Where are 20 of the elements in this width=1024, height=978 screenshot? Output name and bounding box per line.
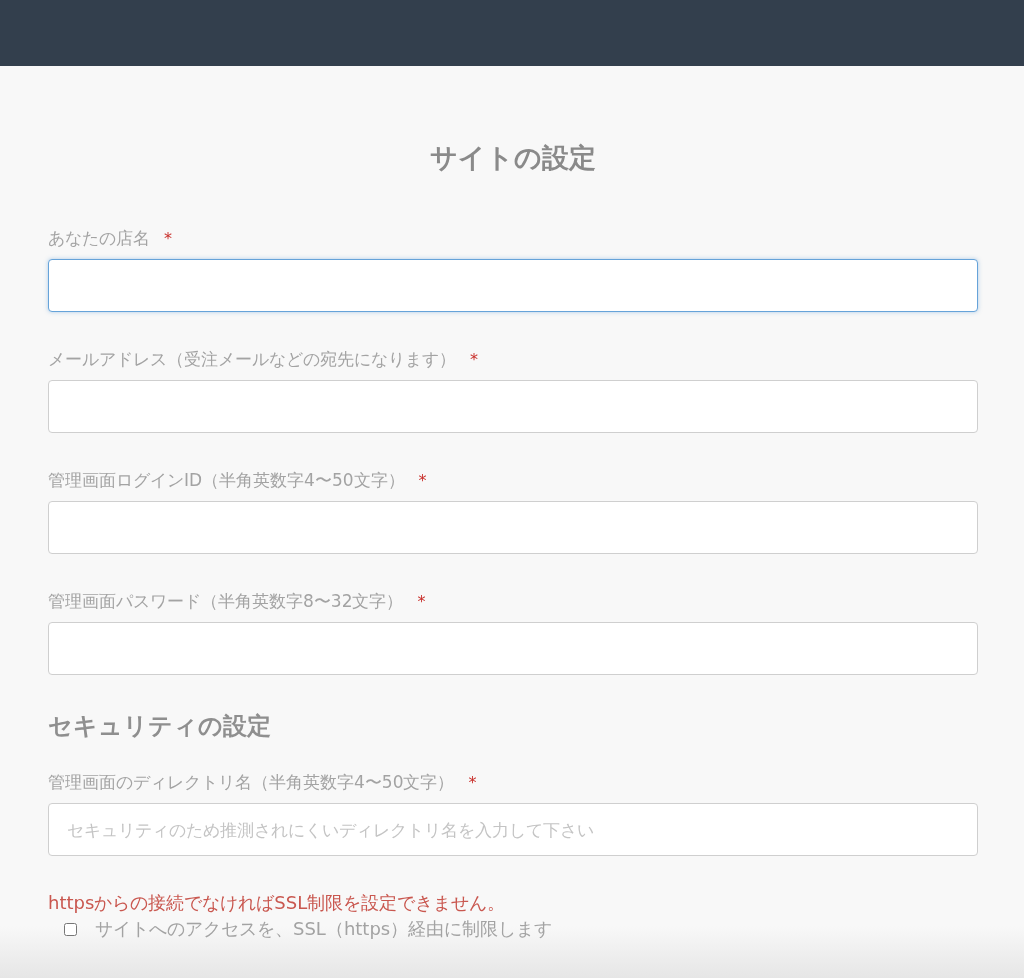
required-mark: * bbox=[470, 349, 478, 369]
page-title: サイトの設定 bbox=[429, 141, 597, 175]
input-field[interactable] bbox=[48, 622, 978, 675]
field-label: 管理画面ログインID（半角英数字4〜50文字） bbox=[48, 469, 405, 491]
input-field[interactable] bbox=[48, 380, 978, 433]
required-mark: * bbox=[468, 772, 477, 792]
field-label: 管理画面のディレクトリ名（半角英数字4〜50文字） bbox=[48, 771, 455, 793]
required-mark: * bbox=[418, 470, 427, 490]
field-label: メールアドレス（受注メールなどの宛先になります） bbox=[48, 348, 456, 370]
input-field[interactable] bbox=[48, 501, 978, 554]
checkbox-label: サイトへのアクセスを、SSL（https）経由に制限します bbox=[95, 918, 553, 940]
required-mark: * bbox=[164, 228, 172, 248]
section-heading: セキュリティの設定 bbox=[48, 711, 272, 741]
field-label: あなたの店名 bbox=[48, 227, 150, 249]
warning-text: httpsからの接続でなければSSL制限を設定できません。 bbox=[48, 892, 507, 914]
checkbox[interactable] bbox=[64, 922, 77, 936]
input-field[interactable]: セキュリティのため推測されにくいディレクトリ名を入力して下さい bbox=[48, 803, 978, 856]
required-mark: * bbox=[417, 591, 426, 611]
input-field[interactable] bbox=[48, 259, 978, 312]
field-label: 管理画面パスワード（半角英数字8〜32文字） bbox=[48, 590, 404, 612]
